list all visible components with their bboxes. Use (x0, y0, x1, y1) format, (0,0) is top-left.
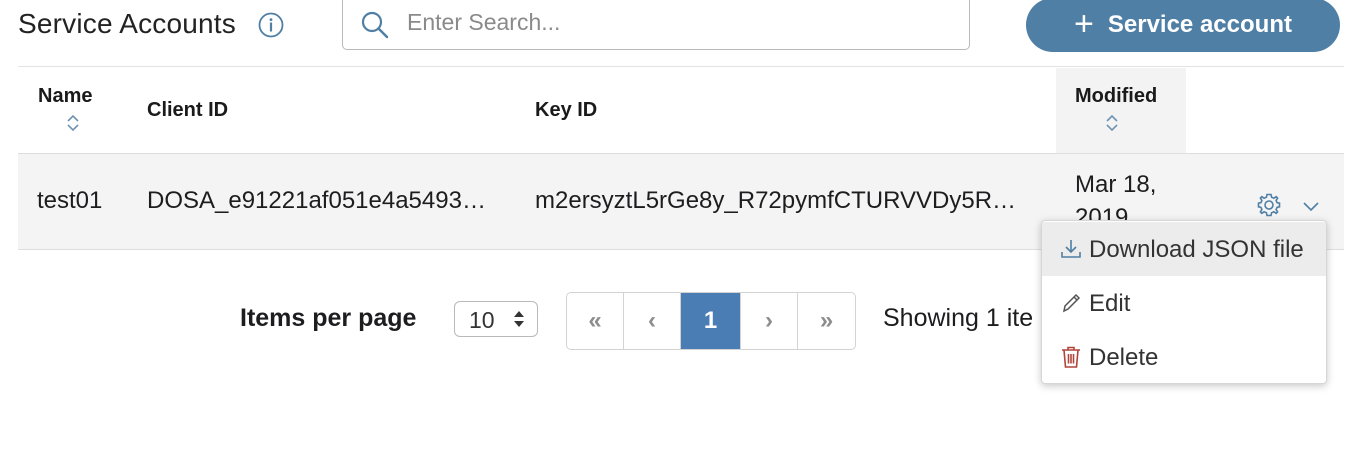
search-icon (361, 11, 389, 39)
trash-icon (1062, 346, 1080, 368)
prev-page-button[interactable]: ‹ (624, 293, 681, 349)
pagination: « ‹ 1 › » (566, 292, 856, 350)
cell-key-id: m2ersyztL5rGe8y_R72pymfCTURVVDy5R… (535, 187, 1017, 214)
sort-icon[interactable] (66, 113, 80, 133)
row-actions-menu: Download JSON file Edit Delete (1041, 220, 1327, 384)
add-button-label: Service account (1107, 11, 1292, 38)
menu-item-edit[interactable]: Edit (1042, 276, 1326, 330)
column-header-client-id: Client ID (147, 99, 229, 121)
divider (18, 66, 1344, 67)
menu-item-download-json[interactable]: Download JSON file (1042, 222, 1326, 276)
items-per-page-label: Items per page (240, 304, 417, 332)
menu-item-label: Edit (1089, 290, 1131, 317)
chevron-down-icon[interactable] (1302, 200, 1320, 212)
items-per-page-select[interactable]: 10 (454, 301, 538, 337)
column-header-modified[interactable]: Modified (1075, 85, 1157, 108)
page-title: Service Accounts (18, 8, 236, 39)
last-page-button[interactable]: » (798, 293, 855, 349)
cell-name: test01 (37, 187, 103, 214)
column-header-key-id: Key ID (535, 99, 598, 121)
menu-item-label: Download JSON file (1089, 236, 1304, 263)
menu-item-label: Delete (1089, 344, 1159, 371)
next-page-button[interactable]: › (741, 293, 798, 349)
showing-text: Showing 1 ite (883, 304, 1034, 332)
menu-item-delete[interactable]: Delete (1042, 330, 1326, 384)
select-arrows-icon (514, 311, 524, 327)
search-input[interactable] (407, 5, 947, 39)
page-1-button[interactable]: 1 (681, 293, 741, 349)
cell-modified-date: Mar 18, (1075, 171, 1157, 198)
info-icon[interactable] (257, 11, 285, 39)
first-page-button[interactable]: « (567, 293, 624, 349)
plus-icon: + (1074, 4, 1094, 43)
column-header-name[interactable]: Name (38, 85, 92, 108)
gear-icon[interactable] (1256, 192, 1282, 218)
search-box (342, 0, 970, 50)
pencil-icon (1062, 293, 1081, 313)
cell-client-id: DOSA_e91221af051e4a5493… (147, 187, 486, 214)
items-per-page-value: 10 (469, 307, 495, 333)
sort-icon[interactable] (1105, 113, 1119, 133)
download-icon (1061, 240, 1081, 258)
add-service-account-button[interactable]: + Service account (1026, 0, 1340, 52)
table-header: Name Client ID Key ID Modified (18, 68, 1344, 153)
